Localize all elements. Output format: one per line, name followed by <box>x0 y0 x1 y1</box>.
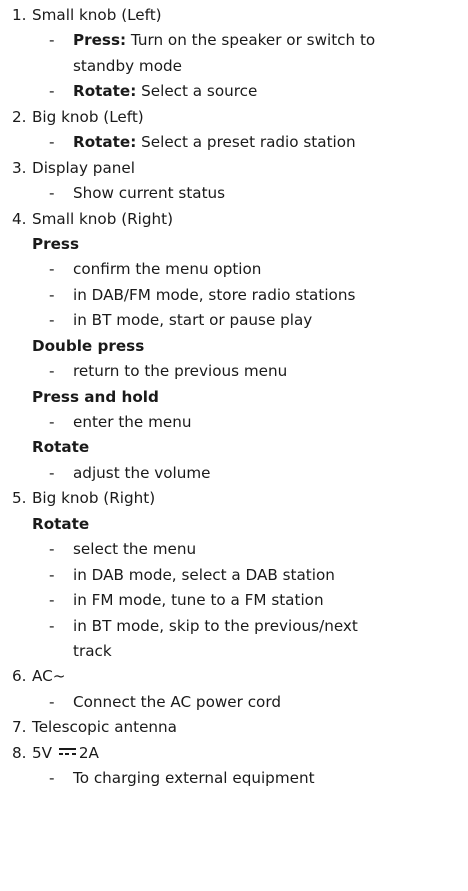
item-number: 6. <box>12 667 27 686</box>
item-number: 8. <box>12 743 27 762</box>
item-5-rotate-4: - in BT mode, skip to the previous/next <box>0 614 468 639</box>
press-and-hold-option: enter the menu <box>73 413 192 431</box>
double-press-heading: Double press <box>32 336 145 355</box>
item-number: 2. <box>12 107 27 126</box>
item-1-press-line: - Press: Turn on the speaker or switch t… <box>0 28 468 53</box>
item-5-rotate-2: - in DAB mode, select a DAB station <box>0 563 468 588</box>
rotate-text: Select a preset radio station <box>141 133 356 152</box>
press-and-hold-heading: Press and hold <box>32 387 159 406</box>
press-option: in BT mode, start or pause play <box>73 311 313 330</box>
item-4-hold-heading: Press and hold <box>0 385 468 410</box>
item-4-double-heading: Double press <box>0 334 468 359</box>
item-2-rotate-line: - Rotate: Select a preset radio station <box>0 130 468 155</box>
detail-text: Connect the AC power cord <box>73 692 281 711</box>
item-4-press-heading: Press <box>0 232 468 257</box>
dash-marker: - <box>49 362 55 381</box>
rotate-option: adjust the volume <box>73 463 211 482</box>
dash-marker: - <box>49 285 55 304</box>
rotate-heading: Rotate <box>32 438 90 457</box>
rotate-label: Rotate: <box>73 82 137 101</box>
item-4-double-1: - return to the previous menu <box>0 359 468 384</box>
item-2-title-line: 2. Big knob (Left) <box>0 105 468 130</box>
item-8-title-line: 8. 5V 2A <box>0 741 468 766</box>
item-1-title-line: 1. Small knob (Left) <box>0 3 468 28</box>
item-5-title-line: 5. Big knob (Right) <box>0 486 468 511</box>
item-title: AC~ <box>32 667 66 686</box>
dash-marker: - <box>49 184 55 203</box>
dash-marker: - <box>49 565 55 584</box>
item-6-title-line: 6. AC~ <box>0 664 468 689</box>
press-heading: Press <box>32 234 80 253</box>
item-number: 3. <box>12 158 27 177</box>
voltage-text: 5V <box>32 743 53 762</box>
item-5-rotate-3: - in FM mode, tune to a FM station <box>0 588 468 613</box>
rotate-heading: Rotate <box>32 514 90 533</box>
item-number: 5. <box>12 489 27 508</box>
item-4-rotate-1: - adjust the volume <box>0 461 468 486</box>
dash-marker: - <box>49 413 55 431</box>
item-3-detail-line: - Show current status <box>0 181 468 206</box>
rotate-option-continued: track <box>73 641 112 660</box>
press-option: confirm the menu option <box>73 260 262 279</box>
item-number: 1. <box>12 6 27 24</box>
item-4-press-2: - in DAB/FM mode, store radio stations <box>0 283 468 308</box>
item-4-press-1: - confirm the menu option <box>0 257 468 282</box>
rotate-label: Rotate: <box>73 133 137 152</box>
item-1-press-continued: standby mode <box>0 54 468 79</box>
dash-marker: - <box>49 311 55 330</box>
item-4-rotate-heading: Rotate <box>0 435 468 460</box>
control-description-list: 1. Small knob (Left) - Press: Turn on th… <box>0 3 468 792</box>
dash-marker: - <box>49 31 55 50</box>
item-7-title-line: 7. Telescopic antenna <box>0 715 468 740</box>
item-3-title-line: 3. Display panel <box>0 156 468 181</box>
detail-text: Show current status <box>73 184 226 203</box>
dash-marker: - <box>49 769 55 788</box>
dash-marker: - <box>49 463 55 482</box>
dash-marker: - <box>49 616 55 635</box>
item-6-detail-line: - Connect the AC power cord <box>0 690 468 715</box>
item-number: 7. <box>12 718 27 737</box>
dash-marker: - <box>49 591 55 610</box>
dash-marker: - <box>49 692 55 711</box>
press-label: Press: <box>73 31 127 50</box>
dash-marker: - <box>49 540 55 559</box>
dash-marker: - <box>49 133 55 152</box>
item-4-press-3: - in BT mode, start or pause play <box>0 308 468 333</box>
rotate-text: Select a source <box>141 82 258 101</box>
dash-marker: - <box>49 260 55 279</box>
item-8-detail-line: - To charging external equipment <box>0 766 468 791</box>
dc-current-icon <box>58 747 76 757</box>
item-5-rotate-1: - select the menu <box>0 537 468 562</box>
item-number: 4. <box>12 209 27 228</box>
rotate-option: select the menu <box>73 540 197 559</box>
item-4-title-line: 4. Small knob (Right) <box>0 207 468 232</box>
item-5-rotate-4-continued: track <box>0 639 468 664</box>
dash-marker: - <box>49 82 55 101</box>
item-4-hold-1: - enter the menu <box>0 410 468 435</box>
detail-text: To charging external equipment <box>73 769 315 788</box>
item-5-rotate-heading: Rotate <box>0 512 468 537</box>
double-press-option: return to the previous menu <box>73 362 288 381</box>
current-text: 2A <box>78 743 99 762</box>
press-text: Turn on the speaker or switch to <box>130 31 376 50</box>
press-text-continued: standby mode <box>73 56 182 75</box>
item-1-rotate-line: - Rotate: Select a source <box>0 79 468 104</box>
